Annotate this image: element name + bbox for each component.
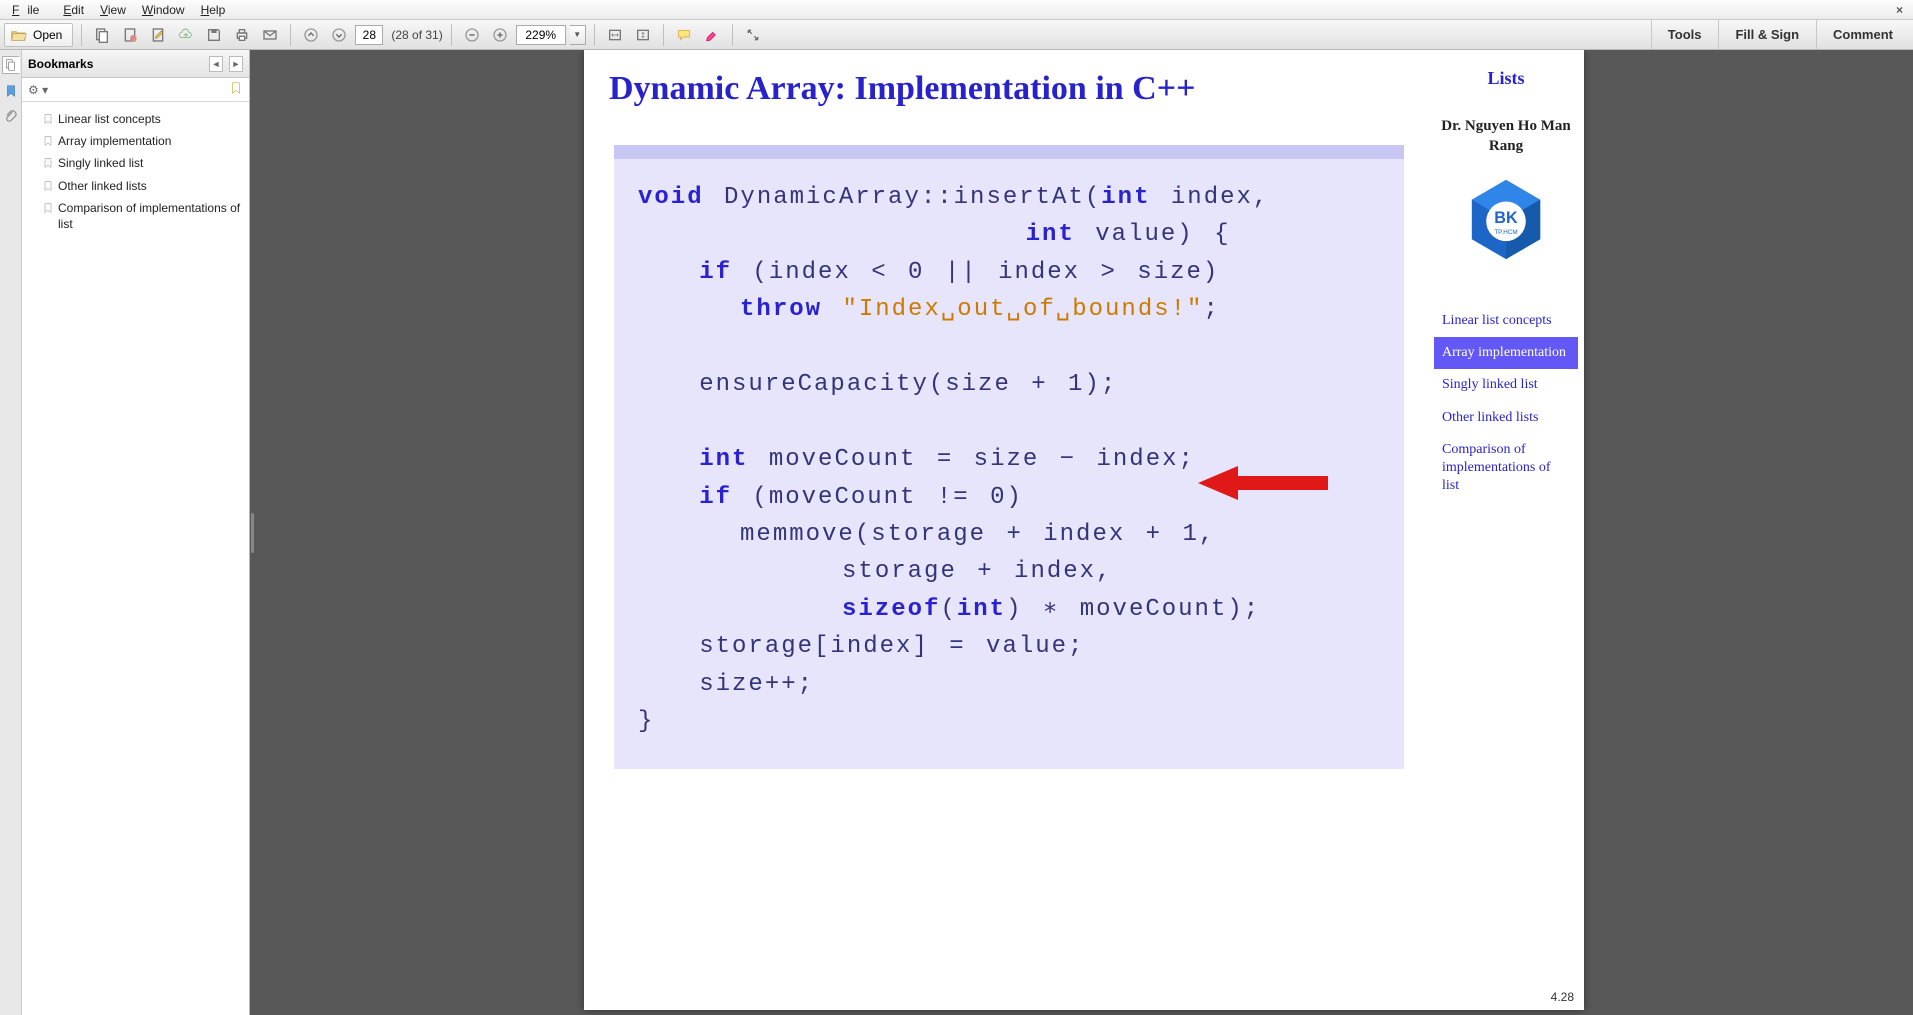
bookmarks-title: Bookmarks — [28, 57, 203, 71]
folder-open-icon — [11, 28, 27, 42]
svg-text:TP.HCM: TP.HCM — [1494, 229, 1517, 236]
svg-text:BK: BK — [1494, 209, 1518, 227]
bookmark-item[interactable]: Linear list concepts — [24, 108, 247, 130]
comment-note-button[interactable] — [672, 23, 696, 47]
zoom-out-button[interactable] — [460, 23, 484, 47]
slide-nav-item[interactable]: Linear list concepts — [1434, 305, 1578, 337]
bookmarks-toolbar: ⚙ ▾ — [22, 78, 249, 102]
pdf-viewer[interactable]: Dynamic Array: Implementation in C++ voi… — [255, 50, 1913, 1015]
window-close-button[interactable]: × — [1888, 1, 1913, 19]
export-pdf-button[interactable] — [90, 23, 114, 47]
bookmarks-next-button[interactable]: ► — [229, 56, 243, 72]
page-down-button[interactable] — [327, 23, 351, 47]
slide-author: Dr. Nguyen Ho Man Rang — [1434, 117, 1578, 156]
separator — [290, 24, 291, 46]
bookmark-label: Other linked lists — [58, 178, 147, 194]
separator — [732, 24, 733, 46]
menu-edit[interactable]: Edit — [55, 1, 92, 19]
bookmark-icon — [42, 113, 54, 125]
code-block: void DynamicArray::insertAt(int index, i… — [614, 145, 1404, 769]
bookmarks-options-button[interactable]: ⚙ ▾ — [28, 83, 48, 97]
menu-view[interactable]: View — [92, 1, 134, 19]
tab-tools[interactable]: Tools — [1651, 20, 1718, 49]
bookmark-icon — [42, 180, 54, 192]
slide-nav-item[interactable]: Singly linked list — [1434, 369, 1578, 401]
menu-file[interactable]: File — [4, 1, 55, 19]
bookmark-item[interactable]: Other linked lists — [24, 175, 247, 197]
bookmarks-panel: Bookmarks ◄ ► ⚙ ▾ Linear list concepts A… — [22, 50, 250, 1015]
bookmark-label: Array implementation — [58, 133, 171, 149]
red-arrow-icon — [1198, 466, 1328, 500]
side-tab-strip — [0, 50, 22, 1015]
bookmark-label: Linear list concepts — [58, 111, 161, 127]
bookmarks-header: Bookmarks ◄ ► — [22, 50, 249, 78]
slide-page-number: 4.28 — [1551, 990, 1574, 1004]
sidetab-attachments[interactable] — [2, 108, 20, 126]
pdf-page: Dynamic Array: Implementation in C++ voi… — [584, 50, 1584, 1010]
create-pdf-button[interactable] — [118, 23, 142, 47]
edit-button[interactable] — [146, 23, 170, 47]
page-up-button[interactable] — [299, 23, 323, 47]
bookmark-item[interactable]: Singly linked list — [24, 152, 247, 174]
bookmark-item[interactable]: Array implementation — [24, 130, 247, 152]
print-button[interactable] — [230, 23, 254, 47]
bk-logo-icon: BK TP.HCM — [1461, 174, 1551, 274]
read-mode-button[interactable] — [741, 23, 765, 47]
zoom-dropdown[interactable]: ▼ — [570, 25, 586, 45]
bookmark-item[interactable]: Comparison of implementations of list — [24, 197, 247, 235]
fit-width-button[interactable] — [603, 23, 627, 47]
page-count-label: (28 of 31) — [391, 28, 442, 42]
open-button-label: Open — [33, 28, 62, 42]
menu-window[interactable]: Window — [134, 1, 193, 19]
slide-nav-item[interactable]: Other linked lists — [1434, 402, 1578, 434]
slide-title: Dynamic Array: Implementation in C++ — [609, 70, 1195, 108]
tab-comment[interactable]: Comment — [1816, 20, 1909, 49]
menu-help[interactable]: Help — [193, 1, 234, 19]
email-button[interactable] — [258, 23, 282, 47]
bookmarks-prev-button[interactable]: ◄ — [209, 56, 223, 72]
right-panel-tabs: Tools Fill & Sign Comment — [1651, 20, 1909, 49]
tab-fill-sign[interactable]: Fill & Sign — [1718, 20, 1815, 49]
bookmarks-list: Linear list concepts Array implementatio… — [22, 102, 249, 241]
slide-nav-item[interactable]: Comparison of implementations of list — [1434, 434, 1578, 503]
separator — [81, 24, 82, 46]
slide-sidebar-title: Lists — [1434, 68, 1578, 89]
bookmark-label: Comparison of implementations of list — [58, 200, 241, 232]
bookmark-icon — [42, 202, 54, 214]
zoom-input[interactable] — [516, 25, 566, 45]
bookmark-icon — [42, 135, 54, 147]
slide-nav: Linear list concepts Array implementatio… — [1434, 305, 1578, 502]
page-number-input[interactable] — [355, 25, 383, 45]
zoom-in-button[interactable] — [488, 23, 512, 47]
save-button[interactable] — [202, 23, 226, 47]
slide-nav-item[interactable]: Array implementation — [1434, 337, 1578, 369]
separator — [594, 24, 595, 46]
menu-bar: File Edit View Window Help × — [0, 0, 1913, 20]
separator — [451, 24, 452, 46]
work-area: Bookmarks ◄ ► ⚙ ▾ Linear list concepts A… — [0, 50, 1913, 1015]
toolbar: Open (28 of 31) ▼ Tools Fill & Sign Comm… — [0, 20, 1913, 50]
bookmark-icon — [42, 157, 54, 169]
sidetab-bookmarks[interactable] — [2, 82, 20, 100]
open-button[interactable]: Open — [4, 23, 73, 47]
save-cloud-button[interactable] — [174, 23, 198, 47]
highlight-button[interactable] — [700, 23, 724, 47]
bookmark-label: Singly linked list — [58, 155, 143, 171]
sidetab-thumbnails[interactable] — [2, 56, 20, 74]
separator — [663, 24, 664, 46]
slide-sidebar: Lists Dr. Nguyen Ho Man Rang BK TP.HCM L… — [1428, 50, 1584, 508]
fit-page-button[interactable] — [631, 23, 655, 47]
new-bookmark-button[interactable] — [229, 81, 243, 98]
